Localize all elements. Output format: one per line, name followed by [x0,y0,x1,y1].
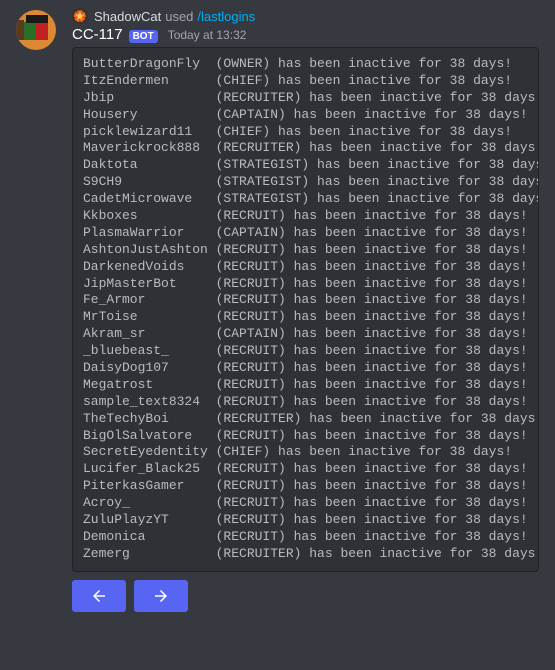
reply-context[interactable]: 🏵️ ShadowCat used /lastlogins [72,8,539,24]
inactive-members-codeblock: ButterDragonFly (OWNER) has been inactiv… [72,47,539,572]
used-label: used [165,9,193,24]
bot-tag: BOT [129,30,158,43]
arrow-right-icon [152,587,170,605]
arrow-left-icon [90,587,108,605]
discord-message: 🏵️ ShadowCat used /lastlogins CC-117 BOT… [0,0,555,612]
reply-username: ShadowCat [94,9,161,24]
pagination-buttons [72,580,539,612]
bot-avatar[interactable] [16,10,56,50]
prev-button[interactable] [72,580,126,612]
reply-user-avatar: 🏵️ [72,8,88,24]
message-content: 🏵️ ShadowCat used /lastlogins CC-117 BOT… [72,8,539,612]
timestamp: Today at 13:32 [168,28,247,42]
bot-username[interactable]: CC-117 [72,26,123,43]
message-header: CC-117 BOT Today at 13:32 [72,26,539,43]
command-name[interactable]: /lastlogins [197,9,255,24]
next-button[interactable] [134,580,188,612]
